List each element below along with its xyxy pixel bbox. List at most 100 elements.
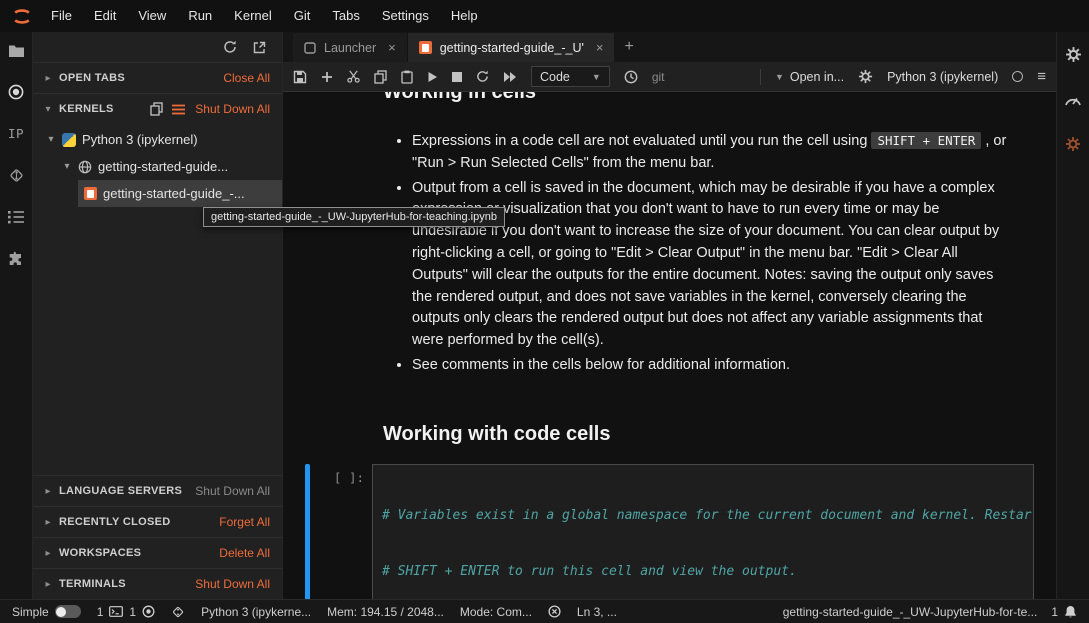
tab-notebook[interactable]: getting-started-guide_-_U' × bbox=[408, 33, 615, 62]
editor-mode[interactable]: Mode: Com... bbox=[460, 605, 532, 619]
menu-item-tabs[interactable]: Tabs bbox=[321, 0, 370, 32]
globe-icon bbox=[78, 160, 92, 174]
running-sessions-icon[interactable] bbox=[8, 84, 24, 100]
restart-run-all-icon[interactable] bbox=[503, 72, 517, 82]
notebook-content: Working in cells Expressions in a code c… bbox=[283, 92, 1056, 599]
shutdown-all-terminals-button[interactable]: Shut Down All bbox=[195, 577, 270, 591]
forget-all-button[interactable]: Forget All bbox=[219, 515, 270, 529]
chevron-right-icon: ▸ bbox=[43, 486, 53, 497]
tooltip: getting-started-guide_-_UW-JupyterHub-fo… bbox=[203, 207, 505, 227]
gear-icon[interactable] bbox=[858, 69, 873, 84]
cell-prompt: [ ]: bbox=[310, 464, 372, 599]
markdown-heading: Working in cells bbox=[383, 92, 1056, 104]
line-column-indicator[interactable]: Ln 3, ... bbox=[577, 605, 617, 619]
shutdown-all-kernels-button[interactable]: Shut Down All bbox=[195, 102, 270, 116]
open-in-dropdown[interactable]: ▼ Open in... bbox=[775, 70, 844, 84]
menu-item-run[interactable]: Run bbox=[177, 0, 223, 32]
table-of-contents-icon[interactable] bbox=[8, 210, 24, 224]
save-icon[interactable] bbox=[293, 70, 307, 84]
tree-item-session[interactable]: ▾ getting-started-guide... bbox=[33, 153, 282, 180]
section-language-servers[interactable]: ▸ LANGUAGE SERVERS Shut Down All bbox=[33, 475, 282, 506]
menu-item-view[interactable]: View bbox=[127, 0, 177, 32]
kernels-menu-icon[interactable] bbox=[172, 104, 185, 115]
property-inspector-icon[interactable]: IP bbox=[8, 126, 24, 141]
chevron-right-icon: ▸ bbox=[43, 579, 53, 590]
run-icon[interactable] bbox=[427, 71, 438, 83]
shutdown-all-language-servers-button[interactable]: Shut Down All bbox=[195, 484, 270, 498]
simple-mode-toggle[interactable]: Simple bbox=[12, 605, 81, 619]
restart-kernel-icon[interactable] bbox=[476, 70, 489, 83]
close-tab-icon[interactable]: × bbox=[596, 40, 604, 55]
chevron-down-icon: ▾ bbox=[43, 104, 53, 115]
history-clock-icon[interactable] bbox=[624, 70, 638, 84]
running-panel-toolbar bbox=[33, 32, 282, 62]
new-tab-button[interactable]: + bbox=[614, 38, 643, 56]
inline-code: SHIFT + ENTER bbox=[871, 132, 981, 149]
refresh-icon[interactable] bbox=[223, 40, 237, 54]
main-area: Launcher × getting-started-guide_-_U' × … bbox=[283, 32, 1056, 599]
menu-item-edit[interactable]: Edit bbox=[83, 0, 127, 32]
git-sidebar-icon[interactable] bbox=[8, 167, 25, 184]
close-all-button[interactable]: Close All bbox=[223, 71, 270, 85]
tree-item-notebook[interactable]: getting-started-guide_-... bbox=[33, 180, 282, 207]
current-file-name: getting-started-guide_-_UW-JupyterHub-fo… bbox=[783, 605, 1038, 619]
kernel-status-text[interactable]: Python 3 (ipykerne... bbox=[201, 605, 311, 619]
chevron-right-icon: ▸ bbox=[43, 548, 53, 559]
chevron-down-icon: ▼ bbox=[592, 72, 601, 82]
toolbar-divider bbox=[760, 69, 761, 85]
menu-item-file[interactable]: File bbox=[40, 0, 83, 32]
close-tab-icon[interactable]: × bbox=[388, 40, 396, 55]
git-status-icon[interactable] bbox=[171, 605, 185, 619]
terminal-icon bbox=[109, 606, 123, 617]
section-recently-closed[interactable]: ▸ RECENTLY CLOSED Forget All bbox=[33, 506, 282, 537]
copy-icon[interactable] bbox=[374, 70, 387, 84]
markdown-bullet-list: Expressions in a code cell are not evalu… bbox=[395, 130, 1007, 377]
bell-icon bbox=[1064, 605, 1077, 619]
resource-gauge-icon[interactable] bbox=[1064, 93, 1082, 106]
bullet-item: Expressions in a code cell are not evalu… bbox=[412, 130, 1007, 175]
python-logo-icon bbox=[62, 133, 76, 147]
menu-item-kernel[interactable]: Kernel bbox=[223, 0, 283, 32]
cell-editor[interactable]: # Variables exist in a global namespace … bbox=[372, 464, 1034, 599]
cell-type-dropdown[interactable]: Code ▼ bbox=[531, 66, 610, 87]
open-in-new-icon[interactable] bbox=[253, 41, 266, 54]
tab-bar: Launcher × getting-started-guide_-_U' × … bbox=[283, 32, 1056, 62]
section-terminals[interactable]: ▸ TERMINALS Shut Down All bbox=[33, 568, 282, 599]
launcher-icon bbox=[304, 42, 316, 54]
kernel-selector[interactable]: Python 3 (ipykernel) bbox=[887, 70, 998, 84]
toolbar-menu-icon[interactable]: ≡ bbox=[1037, 68, 1046, 85]
file-browser-icon[interactable] bbox=[8, 44, 25, 58]
tree-item-kernel[interactable]: ▾ Python 3 (ipykernel) bbox=[33, 126, 282, 153]
jupyter-logo-icon bbox=[12, 8, 32, 25]
section-workspaces[interactable]: ▸ WORKSPACES Delete All bbox=[33, 537, 282, 568]
running-terminals-status[interactable]: 1 1 bbox=[97, 605, 155, 619]
extensions-icon[interactable] bbox=[8, 250, 24, 266]
menu-item-help[interactable]: Help bbox=[440, 0, 489, 32]
settings-gear-icon[interactable] bbox=[1065, 46, 1082, 63]
toggle-switch[interactable] bbox=[55, 605, 81, 618]
menu-item-git[interactable]: Git bbox=[283, 0, 322, 32]
add-cell-icon[interactable] bbox=[321, 71, 333, 83]
delete-all-button[interactable]: Delete All bbox=[219, 546, 270, 560]
menu-item-settings[interactable]: Settings bbox=[371, 0, 440, 32]
section-kernels[interactable]: ▾ KERNELS Shut Down All bbox=[33, 93, 282, 124]
notifications-status[interactable]: 1 bbox=[1051, 605, 1077, 619]
stop-icon[interactable] bbox=[452, 72, 462, 82]
bullet-item: See comments in the cells below for addi… bbox=[412, 355, 1007, 377]
left-activity-bar: IP bbox=[0, 32, 33, 599]
cut-icon[interactable] bbox=[347, 70, 360, 83]
section-open-tabs[interactable]: ▸ OPEN TABS Close All bbox=[33, 62, 282, 93]
notebook-toolbar: Code ▼ git ▼ Open in... Python 3 (ipyker… bbox=[283, 62, 1056, 92]
chevron-down-icon: ▾ bbox=[46, 134, 56, 145]
code-cell-1: [ ]: # Variables exist in a global names… bbox=[305, 464, 1034, 599]
kernel-sessions-icon bbox=[142, 605, 155, 618]
paste-icon[interactable] bbox=[401, 70, 413, 84]
extension-gear-icon[interactable] bbox=[1065, 136, 1081, 152]
circle-x-icon[interactable] bbox=[548, 605, 561, 618]
bullet-item: Output from a cell is saved in the docum… bbox=[412, 178, 1007, 352]
collapse-all-icon[interactable] bbox=[150, 102, 163, 116]
tab-launcher[interactable]: Launcher × bbox=[293, 33, 408, 62]
memory-usage: Mem: 194.15 / 2048... bbox=[327, 605, 444, 619]
kernel-status-icon bbox=[1012, 71, 1023, 82]
chevron-down-icon: ▼ bbox=[775, 72, 784, 82]
